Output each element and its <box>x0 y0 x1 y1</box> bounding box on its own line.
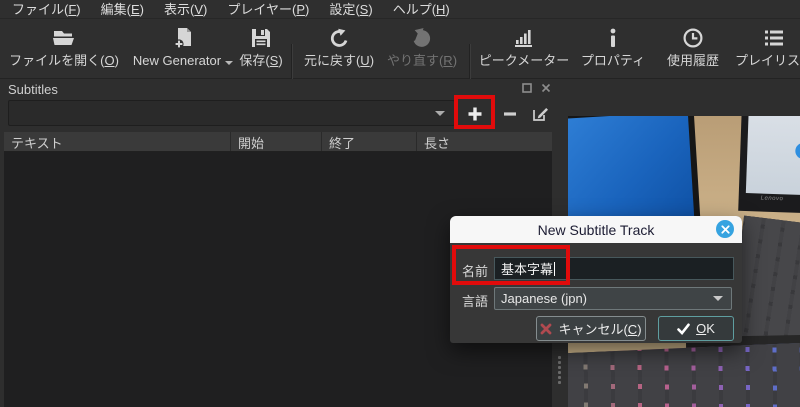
undo-button[interactable]: 元に戻す(U) <box>297 24 381 76</box>
edit-pencil-icon <box>532 105 549 122</box>
undo-icon <box>328 24 350 51</box>
panel-float-button[interactable] <box>521 82 533 94</box>
history-clock-icon <box>682 24 704 51</box>
remove-subtitle-track-button[interactable] <box>497 101 523 127</box>
edit-subtitle-track-button[interactable] <box>527 100 553 127</box>
menu-edit[interactable]: 編集(E) <box>91 0 154 20</box>
language-field-label: 言語 <box>462 291 488 310</box>
open-folder-icon <box>51 24 77 51</box>
close-icon <box>721 225 730 234</box>
red-x-icon <box>540 323 552 335</box>
dialog-close-button[interactable] <box>716 220 734 238</box>
splitter-grip-icon <box>558 356 561 384</box>
redo-button[interactable]: やり直す(R) <box>384 24 460 76</box>
redo-icon <box>411 24 433 51</box>
menu-help[interactable]: ヘルプ(H) <box>383 0 460 20</box>
peak-meter-button[interactable]: ピークメーター <box>478 24 570 76</box>
playlist-icon <box>763 24 785 51</box>
column-header-start[interactable]: 開始 <box>231 132 322 151</box>
playlist-button[interactable]: プレイリスト <box>734 24 800 76</box>
check-icon <box>677 323 690 335</box>
keyboard-keys <box>568 343 800 407</box>
subtitle-track-selector[interactable] <box>8 100 455 126</box>
shotcut-window: ファイル(F) 編集(E) 表示(V) プレイヤー(P) 設定(S) ヘルプ(H… <box>0 0 800 407</box>
open-file-button[interactable]: ファイルを開く(O) <box>5 24 123 76</box>
column-header-duration[interactable]: 長さ <box>417 132 552 151</box>
ok-button[interactable]: OK <box>658 316 734 341</box>
subtitle-table-header: テキスト 開始 終了 長さ <box>4 132 552 152</box>
panel-close-button[interactable] <box>540 82 552 94</box>
right-laptop: Lenovo <box>738 116 800 213</box>
annotation-highlight-name-field <box>452 245 570 285</box>
lenovo-logo: Lenovo <box>761 196 784 203</box>
save-icon <box>250 24 272 51</box>
column-header-end[interactable]: 終了 <box>322 132 417 151</box>
cancel-button[interactable]: キャンセル(C) <box>536 316 646 341</box>
peak-meter-icon <box>513 24 535 51</box>
menu-view[interactable]: 表示(V) <box>154 0 217 20</box>
dialog-title-bar[interactable]: New Subtitle Track <box>450 216 742 243</box>
recent-history-button[interactable]: 使用履歴 <box>663 24 723 76</box>
properties-button[interactable]: プロパティ <box>579 24 647 76</box>
rgb-mechanical-keyboard <box>568 343 800 407</box>
chevron-down-icon <box>713 296 723 301</box>
chevron-down-icon <box>435 111 445 116</box>
new-generator-icon <box>172 24 194 51</box>
main-toolbar: ファイルを開く(O) New Generator 保存(S) 元に戻す(U) や <box>0 19 800 79</box>
column-header-text[interactable]: テキスト <box>4 132 231 151</box>
dialog-title: New Subtitle Track <box>538 222 655 238</box>
right-laptop-screen <box>746 116 800 195</box>
save-button[interactable]: 保存(S) <box>232 24 290 76</box>
annotation-highlight-add-button <box>454 95 495 129</box>
minus-icon <box>503 107 517 121</box>
subtitles-panel-title: Subtitles <box>8 82 58 97</box>
language-selector[interactable]: Japanese (jpn) <box>494 287 732 310</box>
menu-file[interactable]: ファイル(F) <box>2 0 91 20</box>
menu-settings[interactable]: 設定(S) <box>319 0 382 20</box>
windows-start-orb <box>795 143 800 160</box>
menu-bar: ファイル(F) 編集(E) 表示(V) プレイヤー(P) 設定(S) ヘルプ(H… <box>0 0 800 19</box>
menu-player[interactable]: プレイヤー(P) <box>217 0 319 20</box>
new-generator-button[interactable]: New Generator <box>124 24 242 76</box>
language-selector-value: Japanese (jpn) <box>495 291 713 306</box>
properties-icon <box>606 24 620 51</box>
